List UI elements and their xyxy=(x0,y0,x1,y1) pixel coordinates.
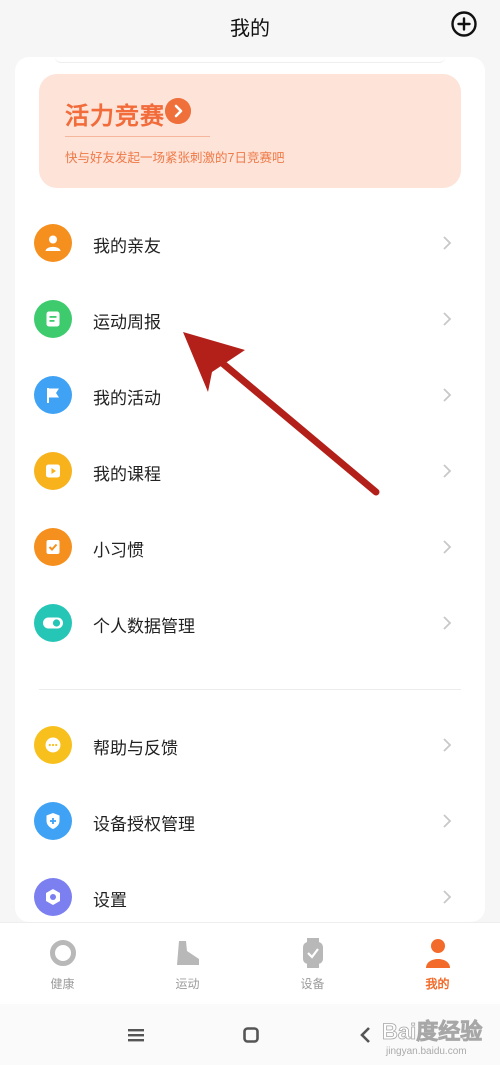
chevron-right-icon xyxy=(443,540,452,554)
menu-item-label: 我的课程 xyxy=(93,465,161,484)
menu-item-label: 帮助与反馈 xyxy=(93,739,178,758)
check-icon xyxy=(34,528,72,566)
divider xyxy=(65,136,210,137)
system-navigation-bar: Bai度经验 jingyan.baidu.com xyxy=(0,1004,500,1065)
menu-item-label: 设置 xyxy=(93,891,127,910)
back-icon[interactable] xyxy=(358,1026,372,1044)
report-icon xyxy=(34,300,72,338)
toggle-icon xyxy=(34,604,72,642)
tab-label: 设备 xyxy=(300,977,325,991)
chevron-right-icon xyxy=(443,236,452,250)
tab-health[interactable]: 健康 xyxy=(0,923,125,1005)
menu-card: 活力竞赛 快与好友发起一场紧张刺激的7日竞赛吧 我的亲友 运动周报 我的活动 我… xyxy=(15,57,485,922)
menu-item-data-management[interactable]: 个人数据管理 xyxy=(15,587,485,663)
svg-text:jingyan.baidu.com: jingyan.baidu.com xyxy=(385,1046,467,1057)
gear-icon xyxy=(34,878,72,916)
banner-title: 活力竞赛 xyxy=(65,103,165,130)
menu-item-help-feedback[interactable]: 帮助与反馈 xyxy=(15,709,485,785)
menu-item-courses[interactable]: 我的课程 xyxy=(15,435,485,511)
flag-icon xyxy=(34,376,72,414)
shield-icon xyxy=(34,802,72,840)
home-square-icon[interactable] xyxy=(242,1026,260,1044)
tab-label: 运动 xyxy=(175,977,200,991)
menu-item-label: 小习惯 xyxy=(93,541,144,560)
menu-icon[interactable] xyxy=(127,1026,145,1044)
menu-item-label: 运动周报 xyxy=(93,313,161,332)
page-title: 我的 xyxy=(230,18,270,40)
menu-item-label: 我的活动 xyxy=(93,389,161,408)
watch-icon xyxy=(303,938,323,968)
chevron-right-icon xyxy=(443,312,452,326)
banner-subtitle: 快与好友发起一场紧张刺激的7日竞赛吧 xyxy=(65,151,285,165)
menu-item-device-authorization[interactable]: 设备授权管理 xyxy=(15,785,485,861)
menu-item-weekly-report[interactable]: 运动周报 xyxy=(15,283,485,359)
baidu-jingyan-watermark: Bai度经验 jingyan.baidu.com xyxy=(382,1019,483,1057)
add-circle-icon[interactable] xyxy=(450,10,478,38)
top-bar: 我的 xyxy=(0,0,500,52)
divider xyxy=(39,689,461,690)
svg-text:Bai度经验: Bai度经验 xyxy=(382,1019,482,1044)
menu-item-activities[interactable]: 我的活动 xyxy=(15,359,485,435)
menu-item-label: 设备授权管理 xyxy=(93,815,195,834)
tab-label: 我的 xyxy=(425,977,450,991)
ring-icon xyxy=(50,940,76,966)
tab-sport[interactable]: 运动 xyxy=(125,923,250,1005)
menu-item-label: 我的亲友 xyxy=(93,237,161,256)
play-icon xyxy=(34,452,72,490)
chevron-right-icon xyxy=(443,814,452,828)
menu-item-label: 个人数据管理 xyxy=(93,617,195,636)
shoe-icon xyxy=(177,941,199,965)
tab-mine[interactable]: 我的 xyxy=(375,923,500,1005)
chevron-right-icon xyxy=(165,98,191,124)
menu-item-friends[interactable]: 我的亲友 xyxy=(15,207,485,283)
tab-label: 健康 xyxy=(50,977,75,991)
divider xyxy=(55,57,445,63)
bottom-navigation: 健康 运动 设备 我的 xyxy=(0,922,500,1004)
menu-item-habits[interactable]: 小习惯 xyxy=(15,511,485,587)
chevron-right-icon xyxy=(443,464,452,478)
tab-device[interactable]: 设备 xyxy=(250,923,375,1005)
competition-banner[interactable]: 活力竞赛 快与好友发起一场紧张刺激的7日竞赛吧 xyxy=(39,74,461,188)
user-icon xyxy=(426,939,450,968)
person-icon xyxy=(34,224,72,262)
chevron-right-icon xyxy=(443,616,452,630)
chevron-right-icon xyxy=(443,388,452,402)
chevron-right-icon xyxy=(443,738,452,752)
chevron-right-icon xyxy=(443,890,452,904)
chat-icon xyxy=(34,726,72,764)
profile-page: 我的 活力竞赛 快与好友发起一场紧张刺激的7日竞赛吧 我的亲友 运动周报 我的活… xyxy=(0,0,500,1065)
